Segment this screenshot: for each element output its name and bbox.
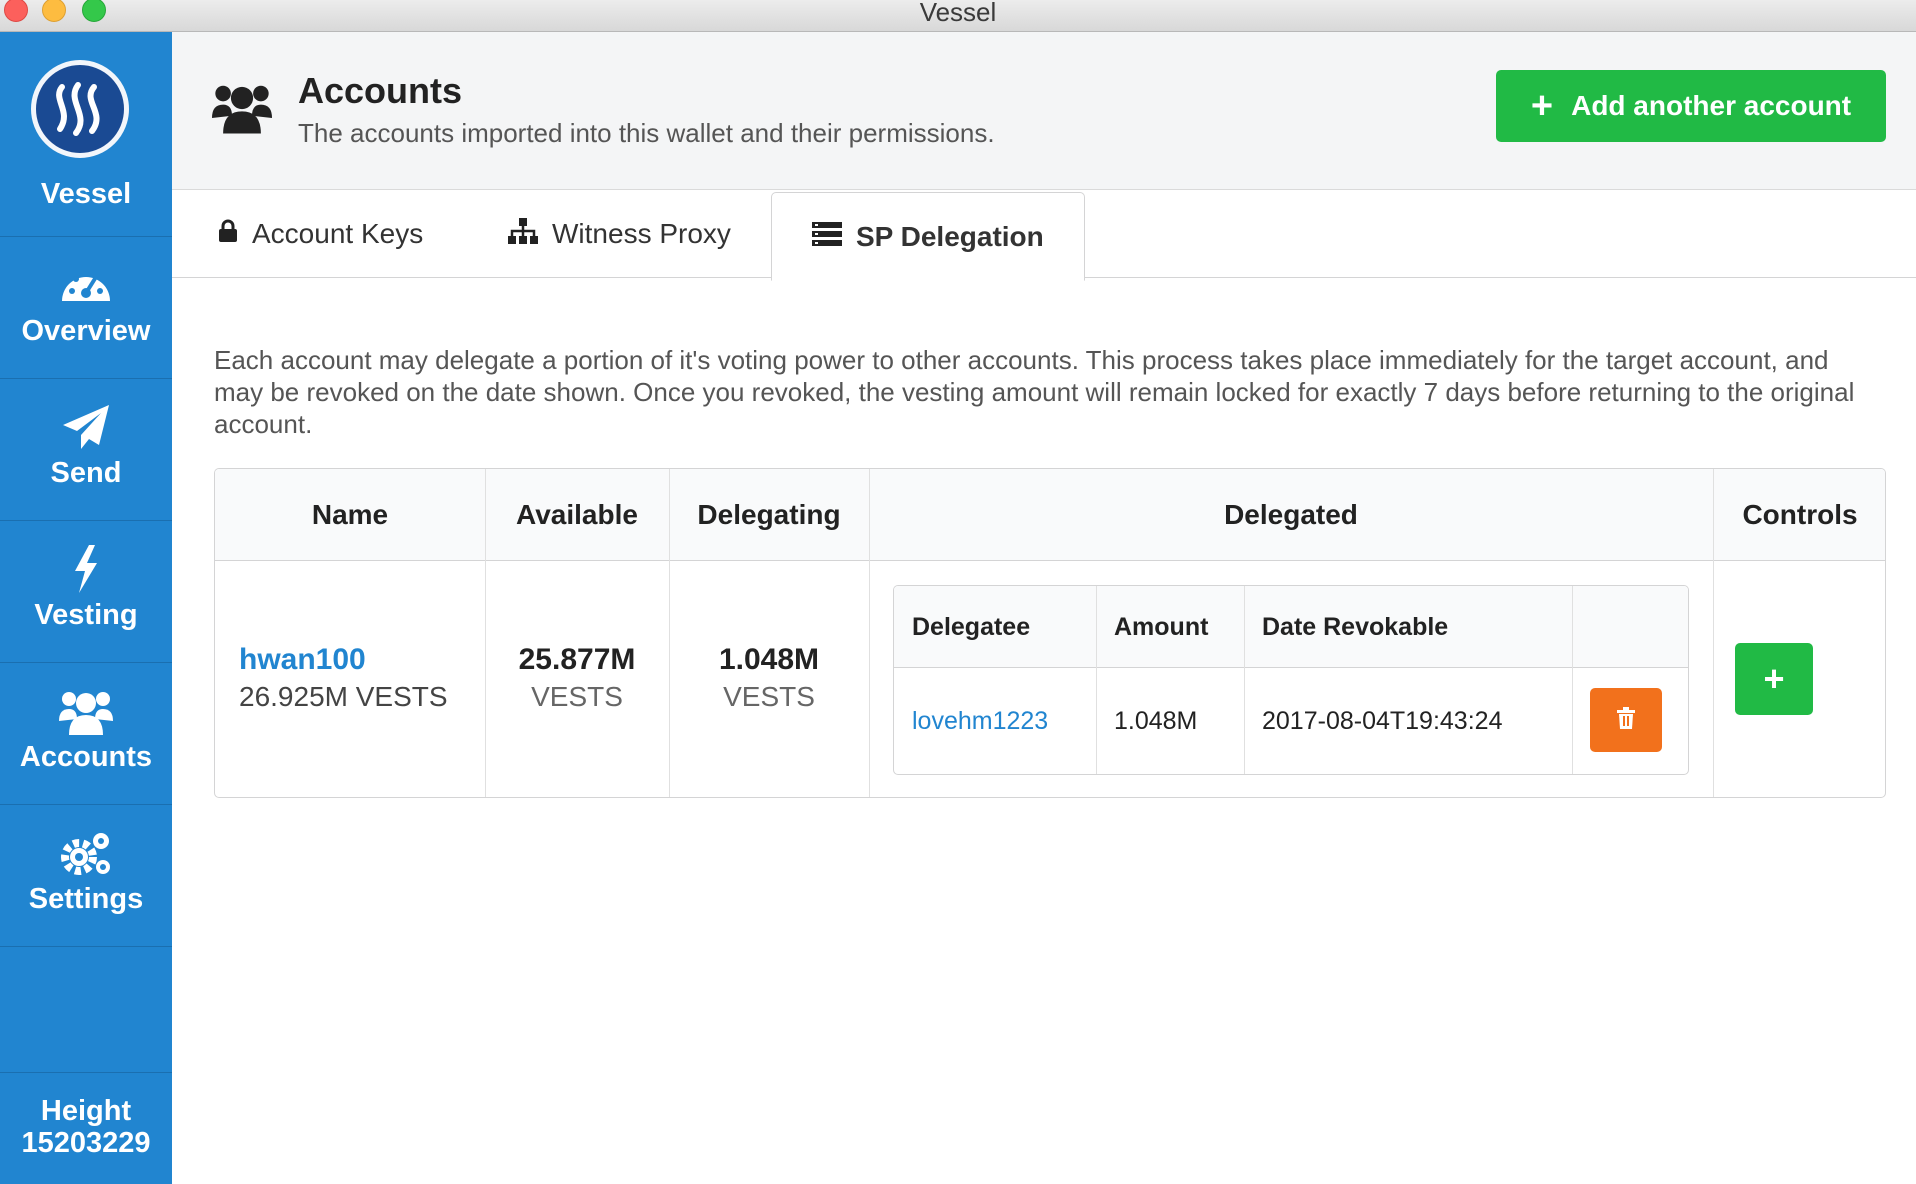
sidebar-item-vesting[interactable]: Vesting xyxy=(0,521,172,663)
plus-icon: + xyxy=(1763,658,1785,699)
sidebar-label-settings: Settings xyxy=(28,883,144,915)
delegatee-link[interactable]: lovehm1223 xyxy=(912,668,1048,774)
tab-account-keys[interactable]: Account Keys xyxy=(218,190,423,278)
account-name-cell: hwan100 26.925M VESTS xyxy=(239,643,479,713)
delegated-header-delegatee: Delegatee xyxy=(912,613,1031,641)
column-header-available: Available xyxy=(516,499,638,530)
paper-plane-icon xyxy=(61,403,111,458)
steem-logo-icon xyxy=(31,60,129,158)
plus-icon: + xyxy=(1530,85,1554,127)
page-subtitle: The accounts imported into this wallet a… xyxy=(298,118,995,148)
sidebar-item-overview[interactable]: Overview xyxy=(0,237,172,379)
add-account-button[interactable]: + Add another account xyxy=(1496,70,1886,142)
users-icon xyxy=(59,689,113,740)
delegation-table: Name Available Delegating Delegated Cont… xyxy=(214,468,1886,798)
sidebar-label-accounts: Accounts xyxy=(19,741,153,773)
block-height: Height 15203229 xyxy=(0,1072,172,1184)
sidebar-item-send[interactable]: Send xyxy=(0,379,172,521)
tab-label-witness-proxy: Witness Proxy xyxy=(552,218,731,249)
account-vests: 26.925M VESTS xyxy=(239,681,448,712)
list-icon xyxy=(812,221,842,253)
column-header-delegating: Delegating xyxy=(697,499,841,530)
window-title: Vessel xyxy=(919,0,997,27)
date-revokable: 2017-08-04T19:43:24 xyxy=(1262,707,1503,735)
delegating-cell: 1.048M VESTS xyxy=(669,643,869,713)
delegated-header-date: Date Revokable xyxy=(1262,613,1449,641)
column-header-controls: Controls xyxy=(1742,499,1858,530)
gears-icon xyxy=(59,829,113,884)
sidebar: Vessel Overview Send Vesting Accounts Se… xyxy=(0,32,172,1184)
brand-label: Vessel xyxy=(40,178,132,210)
delegating-unit: VESTS xyxy=(723,681,815,712)
sidebar-item-accounts[interactable]: Accounts xyxy=(0,663,172,805)
sidebar-label-send: Send xyxy=(50,457,122,489)
height-label: Height xyxy=(40,1095,132,1127)
delegating-value: 1.048M xyxy=(718,643,820,676)
users-header-icon xyxy=(212,80,272,141)
table-header-row: Name Available Delegating Delegated Cont… xyxy=(215,469,1885,561)
delegation-description: Each account may delegate a portion of i… xyxy=(214,345,1855,439)
add-account-label: Add another account xyxy=(1571,90,1852,121)
sidebar-item-settings[interactable]: Settings xyxy=(0,805,172,947)
tab-bar: Account Keys Witness Proxy SP Delegation xyxy=(172,190,1916,281)
delegated-table: Delegatee Amount Date Revokable lovehm12… xyxy=(893,585,1689,775)
delegated-amount: 1.048M xyxy=(1114,707,1198,735)
tab-witness-proxy[interactable]: Witness Proxy xyxy=(508,190,731,278)
available-value: 25.877M xyxy=(518,643,636,676)
tab-sp-delegation[interactable]: SP Delegation xyxy=(771,192,1085,281)
available-cell: 25.877M VESTS xyxy=(485,643,669,713)
page-title: Accounts xyxy=(298,70,463,111)
delegated-header-amount: Amount xyxy=(1114,613,1209,641)
trash-icon xyxy=(1617,706,1635,734)
add-delegation-button[interactable]: + xyxy=(1735,643,1813,715)
dashboard-icon xyxy=(60,263,112,310)
revoke-delegation-button[interactable] xyxy=(1590,688,1662,752)
height-value: 15203229 xyxy=(21,1127,151,1159)
sitemap-icon xyxy=(508,217,538,251)
lock-icon xyxy=(218,218,238,250)
account-name-link[interactable]: hwan100 xyxy=(239,643,479,677)
page-header: Accounts The accounts imported into this… xyxy=(172,32,1916,190)
title-bar: Vessel xyxy=(0,0,1916,32)
sidebar-label-overview: Overview xyxy=(21,315,151,347)
sidebar-label-vesting: Vesting xyxy=(34,599,138,631)
lightning-icon xyxy=(71,543,101,600)
available-unit: VESTS xyxy=(531,681,623,712)
column-header-delegated: Delegated xyxy=(1224,499,1358,530)
tab-label-account-keys: Account Keys xyxy=(252,218,424,249)
column-header-name: Name xyxy=(311,499,389,530)
tab-label-sp-delegation: SP Delegation xyxy=(856,220,1044,252)
sidebar-brand[interactable]: Vessel xyxy=(0,32,172,237)
